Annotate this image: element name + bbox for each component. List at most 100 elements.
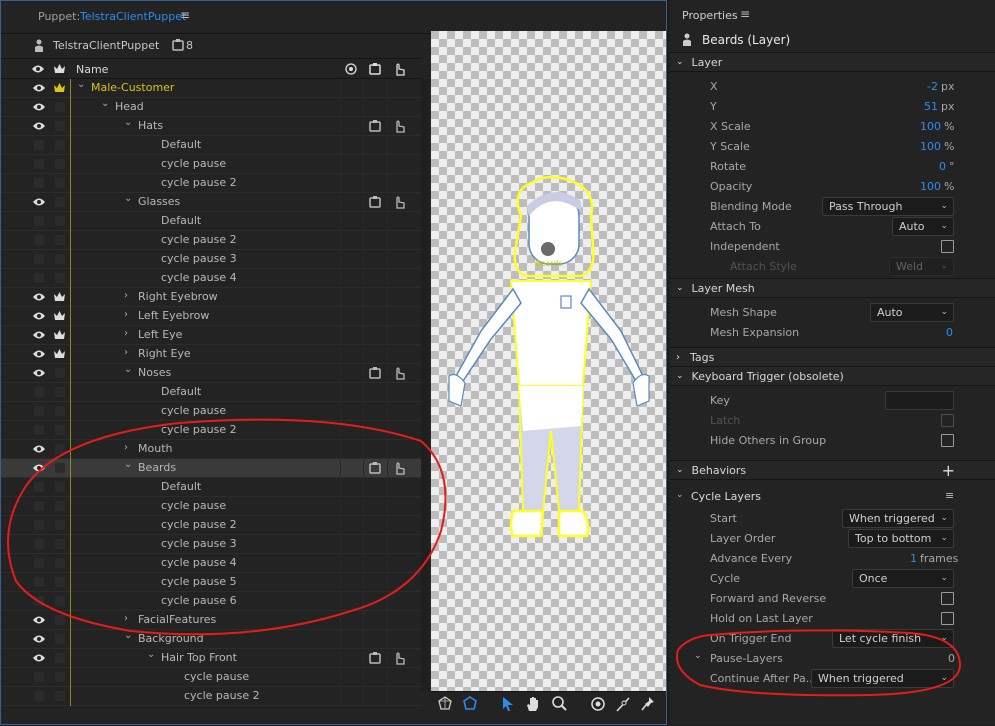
chevron-down-icon[interactable]: ⌄ — [124, 364, 132, 375]
dragger-icon[interactable] — [392, 365, 406, 380]
crown-icon[interactable] — [53, 348, 66, 360]
layer-row[interactable]: cycle pause 3 — [1, 250, 421, 269]
layer-row[interactable]: › Left Eyebrow — [1, 307, 421, 326]
solo-toggle[interactable] — [55, 235, 65, 245]
layer-row[interactable]: ⌄ Glasses — [1, 193, 421, 212]
layer-row[interactable]: ⌄ Head — [1, 98, 421, 117]
crown-icon[interactable] — [53, 310, 66, 322]
handle-icon[interactable] — [369, 196, 381, 208]
visibility-toggle[interactable] — [34, 387, 44, 397]
crown-icon[interactable] — [53, 291, 66, 303]
dragger-icon[interactable] — [392, 118, 406, 133]
origin-tool-icon[interactable] — [590, 695, 608, 715]
layer-order-dropdown[interactable]: Top to bottom ⌄ — [848, 529, 954, 548]
layer-row[interactable]: cycle pause 2 — [1, 231, 421, 250]
layer-row[interactable]: ⌄ Male-Customer — [1, 79, 421, 98]
scene-canvas[interactable]: Beards — [431, 31, 666, 691]
advance-every-value[interactable]: 1 — [870, 552, 917, 565]
chevron-down-icon[interactable]: ⌄ — [101, 98, 109, 109]
solo-toggle[interactable] — [55, 102, 65, 112]
hide-others-checkbox[interactable] — [941, 434, 954, 447]
visibility-eye-icon[interactable] — [32, 292, 46, 302]
start-dropdown[interactable]: When triggered ⌄ — [842, 509, 954, 528]
chevron-down-icon[interactable]: ⌄ — [124, 117, 132, 128]
visibility-eye-icon[interactable] — [32, 197, 46, 207]
cycle-layers-header[interactable]: ⌄ Cycle Layers ≡ — [670, 487, 995, 507]
solo-toggle[interactable] — [55, 159, 65, 169]
layer-row[interactable]: › Right Eye — [1, 345, 421, 364]
add-behavior-icon[interactable]: + — [942, 461, 955, 480]
chevron-right-icon[interactable]: › — [124, 290, 128, 301]
prop-opacity-value[interactable]: 100 — [900, 180, 941, 193]
layer-mesh-section-header[interactable]: ⌄ Layer Mesh — [670, 278, 995, 298]
prop-x-scale-value[interactable]: 100 — [900, 120, 941, 133]
visibility-eye-icon[interactable] — [32, 311, 46, 321]
attach-to-dropdown[interactable]: Auto ⌄ — [892, 217, 954, 236]
mesh-shape-dropdown[interactable]: Auto ⌄ — [870, 303, 954, 322]
layer-row[interactable]: cycle pause — [1, 668, 421, 687]
solo-toggle[interactable] — [55, 691, 65, 701]
cycle-layers-menu-icon[interactable]: ≡ — [945, 489, 954, 502]
layer-row[interactable]: cycle pause — [1, 155, 421, 174]
visibility-toggle[interactable] — [34, 672, 44, 682]
solo-toggle[interactable] — [55, 216, 65, 226]
visibility-toggle[interactable] — [34, 254, 44, 264]
visibility-toggle[interactable] — [34, 691, 44, 701]
layer-row[interactable]: Default — [1, 383, 421, 402]
visibility-toggle[interactable] — [34, 159, 44, 169]
visibility-eye-icon[interactable] — [32, 102, 46, 112]
cycle-dropdown[interactable]: Once ⌄ — [852, 569, 954, 588]
chevron-right-icon[interactable]: › — [124, 328, 128, 339]
panel-menu-icon[interactable]: ≡ — [180, 8, 190, 22]
pin-tool-icon[interactable] — [640, 695, 658, 715]
visibility-eye-icon[interactable] — [32, 83, 46, 93]
dragger-icon[interactable] — [392, 650, 406, 665]
layer-row[interactable]: ⌄ Hats — [1, 117, 421, 136]
solo-toggle[interactable] — [55, 178, 65, 188]
behaviors-section-header[interactable]: ⌄ Behaviors + — [670, 460, 995, 480]
visibility-toggle[interactable] — [34, 140, 44, 150]
handle-outline-tool-icon[interactable] — [462, 695, 480, 715]
visibility-toggle[interactable] — [34, 216, 44, 226]
solo-toggle[interactable] — [55, 197, 65, 207]
crown-icon[interactable] — [53, 329, 66, 341]
visibility-toggle[interactable] — [34, 235, 44, 245]
blending-mode-dropdown[interactable]: Pass Through ⌄ — [822, 197, 954, 216]
visibility-eye-icon[interactable] — [32, 653, 46, 663]
visibility-eye-icon[interactable] — [32, 349, 46, 359]
attach-style-dropdown[interactable]: Weld ⌄ — [889, 257, 954, 276]
layer-row[interactable]: cycle pause 2 — [1, 687, 421, 706]
solo-toggle[interactable] — [55, 387, 65, 397]
tags-section-header[interactable]: › Tags — [670, 347, 995, 367]
mesh-tool-icon[interactable] — [437, 695, 455, 715]
handle-icon[interactable] — [369, 120, 381, 132]
solo-toggle[interactable] — [55, 140, 65, 150]
solo-toggle[interactable] — [55, 672, 65, 682]
visibility-toggle[interactable] — [34, 273, 44, 283]
key-input[interactable] — [885, 391, 954, 410]
chevron-down-icon[interactable]: ⌄ — [77, 79, 85, 90]
visibility-eye-icon[interactable] — [32, 368, 46, 378]
name-column-label[interactable]: Name — [76, 63, 108, 76]
panel-title-puppet[interactable]: TelstraClientPuppet — [80, 10, 186, 23]
solo-toggle[interactable] — [55, 653, 65, 663]
zoom-tool-icon[interactable] — [551, 695, 569, 715]
solo-toggle[interactable] — [55, 368, 65, 378]
dragger-icon[interactable] — [392, 194, 406, 209]
chevron-down-icon[interactable]: ⌄ — [124, 193, 132, 204]
prop-y-value[interactable]: 51 — [900, 100, 938, 113]
prop-y-scale-value[interactable]: 100 — [900, 140, 941, 153]
mesh-expansion-value[interactable]: 0 — [910, 326, 953, 339]
forward-reverse-checkbox[interactable] — [941, 592, 954, 605]
layer-row[interactable]: ⌄ Noses — [1, 364, 421, 383]
layer-section-header[interactable]: ⌄ Layer — [670, 52, 995, 72]
layer-row[interactable]: ⌄ Hair Top Front — [1, 649, 421, 668]
keyboard-trigger-section-header[interactable]: ⌄ Keyboard Trigger (obsolete) — [670, 366, 995, 386]
layer-row[interactable]: › Right Eyebrow — [1, 288, 421, 307]
visibility-eye-icon[interactable] — [32, 121, 46, 131]
latch-checkbox[interactable] — [941, 414, 954, 427]
chevron-right-icon[interactable]: › — [124, 347, 128, 358]
layer-row[interactable]: › Left Eye — [1, 326, 421, 345]
select-tool-icon[interactable] — [500, 695, 518, 715]
prop-x-value[interactable]: -2 — [900, 80, 938, 93]
